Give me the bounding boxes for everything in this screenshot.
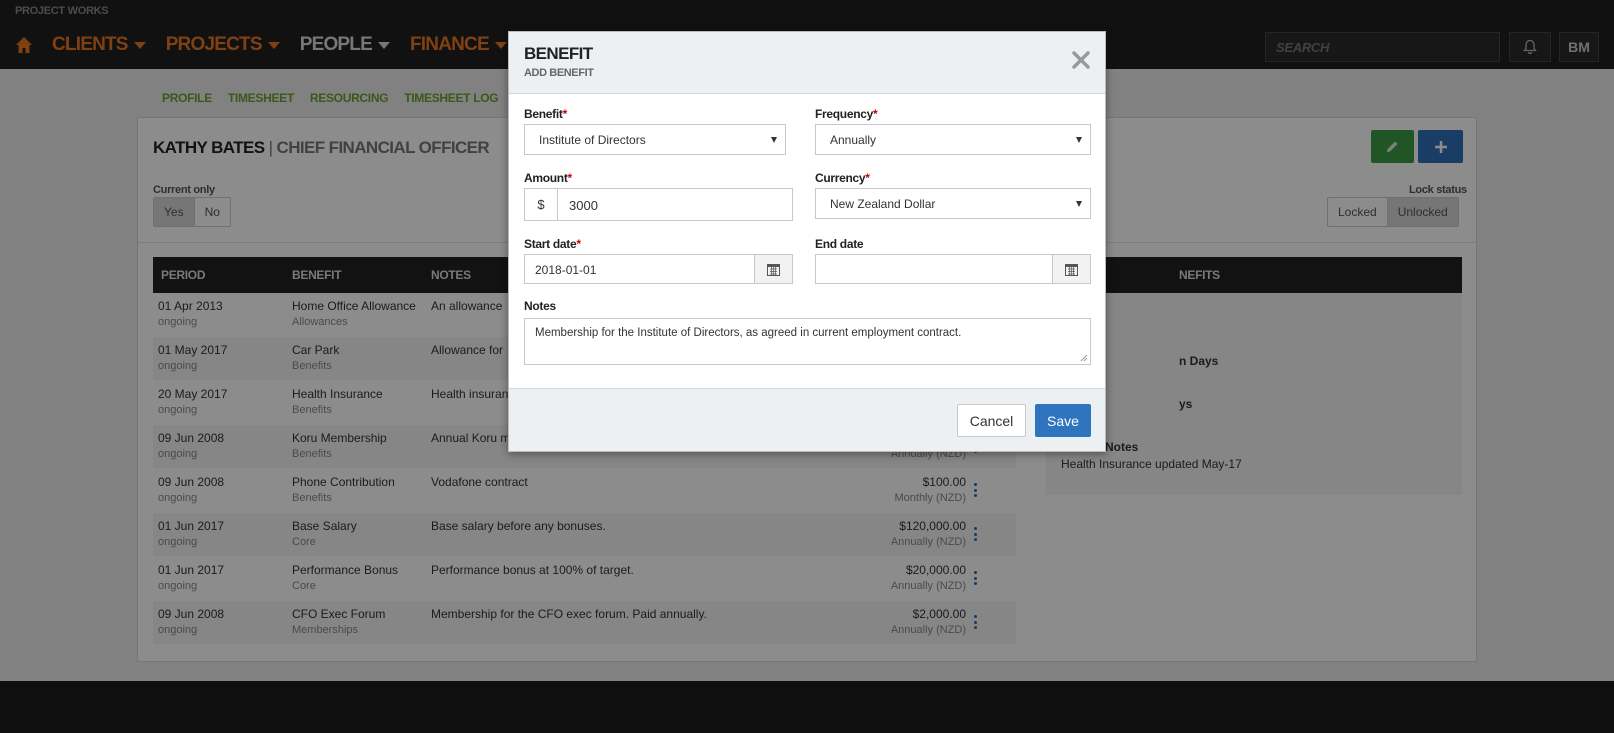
notes-textarea[interactable]: Membership for the Institute of Director… <box>524 318 1091 365</box>
amount-input-group: $ 3000 <box>524 188 793 221</box>
benefit-select[interactable]: Institute of Directors <box>524 124 786 155</box>
dropdown-arrow-icon <box>1076 201 1082 207</box>
benefit-modal: BENEFIT ADD BENEFIT Benefit* Institute o… <box>508 31 1106 452</box>
end-date-input[interactable] <box>816 255 1052 283</box>
calendar-icon <box>1065 263 1078 276</box>
frequency-select[interactable]: Annually <box>815 124 1091 155</box>
currency-select[interactable]: New Zealand Dollar <box>815 188 1091 219</box>
amount-input[interactable]: 3000 <box>558 189 792 220</box>
calendar-icon <box>767 263 780 276</box>
resize-grip-icon[interactable] <box>1080 354 1088 362</box>
cancel-button[interactable]: Cancel <box>957 404 1026 437</box>
modal-title: BENEFIT <box>524 44 593 63</box>
start-date-label: Start date* <box>524 237 581 251</box>
benefit-label: Benefit* <box>524 107 567 121</box>
currency-label: Currency* <box>815 171 870 185</box>
start-date-input[interactable]: 2018-01-01 <box>525 255 754 283</box>
end-date-input-group <box>815 254 1091 284</box>
start-date-picker-button[interactable] <box>754 255 792 283</box>
frequency-label: Frequency* <box>815 107 878 121</box>
modal-subtitle: ADD BENEFIT <box>524 67 594 79</box>
start-date-input-group: 2018-01-01 <box>524 254 793 284</box>
modal-footer: Cancel Save <box>509 388 1105 451</box>
dropdown-arrow-icon <box>771 137 777 143</box>
amount-label: Amount* <box>524 171 572 185</box>
dropdown-arrow-icon <box>1076 137 1082 143</box>
end-date-picker-button[interactable] <box>1052 255 1090 283</box>
modal-header: BENEFIT ADD BENEFIT <box>509 32 1105 94</box>
end-date-label: End date <box>815 237 864 251</box>
save-button[interactable]: Save <box>1035 404 1091 437</box>
close-icon[interactable] <box>1069 48 1093 72</box>
currency-symbol: $ <box>525 189 558 220</box>
notes-label: Notes <box>524 299 556 313</box>
